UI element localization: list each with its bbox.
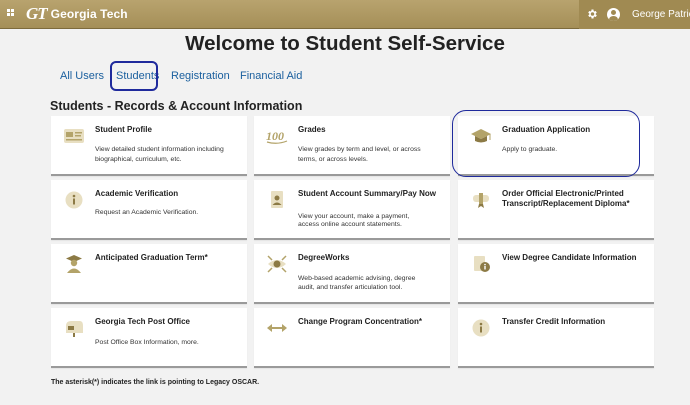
card-anticipated-graduation-term[interactable]: Anticipated Graduation Term* xyxy=(51,244,247,304)
card-description: Request an Academic Verification. xyxy=(95,209,199,216)
card-georgia-tech-post-office[interactable]: Georgia Tech Post Office Post Office Box… xyxy=(51,308,247,368)
info-document-icon xyxy=(474,256,490,272)
card-transfer-credit-information[interactable]: Transfer Credit Information xyxy=(458,308,654,368)
card-description: View grades by term and level, or across xyxy=(298,146,421,153)
role-tabs: All Users Students Registration Financia… xyxy=(0,70,690,90)
user-avatar-icon[interactable] xyxy=(607,8,620,21)
graduate-person-icon xyxy=(66,255,82,273)
tab-registration[interactable]: Registration xyxy=(171,70,230,82)
card-title: Student Account Summary/Pay Now xyxy=(298,189,436,198)
card-view-degree-candidate-information[interactable]: View Degree Candidate Information xyxy=(458,244,654,304)
id-card-icon xyxy=(64,129,84,143)
tab-all-users[interactable]: All Users xyxy=(60,70,104,82)
card-title: View Degree Candidate Information xyxy=(502,253,637,262)
gt-logo-mark: GT xyxy=(26,4,48,23)
card-title: Transfer Credit Information xyxy=(502,317,606,326)
card-grades[interactable]: 100 Grades View grades by term and level… xyxy=(254,116,450,176)
mailbox-icon xyxy=(66,321,83,337)
card-title: Georgia Tech Post Office xyxy=(95,317,190,326)
card-title: Order Official Electronic/Printed Transc… xyxy=(502,189,630,208)
grade-100-icon: 100 xyxy=(266,129,288,144)
card-title: Change Program Concentration* xyxy=(298,317,423,326)
card-change-program-concentration[interactable]: Change Program Concentration* xyxy=(254,308,450,368)
document-user-icon xyxy=(271,191,283,208)
card-title: Grades xyxy=(298,125,326,134)
section-title: Students - Records & Account Information xyxy=(50,99,303,113)
card-description: Web-based academic advising, degree xyxy=(298,275,416,282)
card-description: audit, and transfer articulation tool. xyxy=(298,284,403,291)
svg-text:100: 100 xyxy=(266,129,284,143)
footnote: The asterisk(*) indicates the link is po… xyxy=(51,379,260,386)
card-order-transcript[interactable]: Order Official Electronic/Printed Transc… xyxy=(458,180,654,240)
tab-financial-aid[interactable]: Financial Aid xyxy=(240,70,302,82)
card-degreeworks[interactable]: DegreeWorks Web-based academic advising,… xyxy=(254,244,450,304)
students-tab-annotation xyxy=(110,61,158,91)
card-description: Post Office Box Information, more. xyxy=(95,339,199,346)
gear-icon[interactable] xyxy=(586,8,598,20)
info-icon xyxy=(65,191,83,209)
degreeworks-icon xyxy=(267,255,287,273)
card-student-account-summary[interactable]: Student Account Summary/Pay Now View you… xyxy=(254,180,450,240)
apps-grid-icon[interactable] xyxy=(7,9,17,19)
card-description: biographical, curriculum, etc. xyxy=(95,156,182,163)
card-title: Anticipated Graduation Term* xyxy=(95,253,208,262)
logo-text: Georgia Tech xyxy=(50,7,128,21)
card-student-profile[interactable]: Student Profile View detailed student in… xyxy=(51,116,247,176)
card-title: DegreeWorks xyxy=(298,253,350,262)
georgia-tech-logo[interactable]: GT Georgia Tech xyxy=(26,4,128,23)
info-icon xyxy=(472,319,490,337)
swap-arrows-icon xyxy=(267,324,287,332)
card-description: access online account statements. xyxy=(298,221,402,228)
card-description: terms, or across levels. xyxy=(298,156,368,163)
graduation-application-annotation xyxy=(452,110,640,177)
card-academic-verification[interactable]: Academic Verification Request an Academi… xyxy=(51,180,247,240)
diploma-icon xyxy=(473,193,489,208)
card-description: View detailed student information includ… xyxy=(95,146,224,153)
user-name[interactable]: George Patrick B xyxy=(632,9,690,20)
page-title: Welcome to Student Self-Service xyxy=(185,32,505,55)
card-title: Student Profile xyxy=(95,125,152,134)
card-title: Academic Verification xyxy=(95,189,179,198)
